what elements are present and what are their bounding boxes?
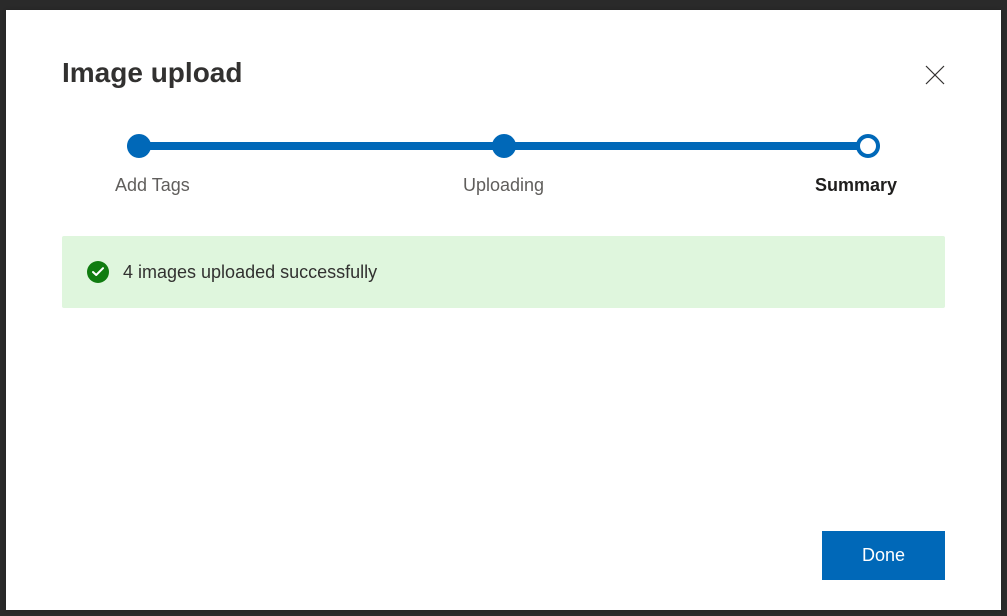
step-node-add-tags (127, 134, 151, 158)
stepper-track-wrap (80, 132, 927, 160)
upload-modal: Image upload Add Tags Uploading Summary (6, 10, 1001, 610)
modal-footer: Done (822, 531, 945, 580)
stepper-nodes (127, 132, 880, 160)
stepper-labels: Add Tags Uploading Summary (80, 175, 927, 196)
status-message: 4 images uploaded successfully (123, 262, 377, 283)
modal-title: Image upload (62, 57, 242, 89)
close-button[interactable] (919, 60, 951, 92)
step-label-add-tags: Add Tags (80, 175, 280, 196)
step-node-summary (856, 134, 880, 158)
step-label-uploading: Uploading (404, 175, 604, 196)
progress-stepper: Add Tags Uploading Summary (6, 92, 1001, 196)
check-circle-icon (87, 261, 109, 283)
step-label-summary: Summary (727, 175, 927, 196)
done-button[interactable]: Done (822, 531, 945, 580)
step-node-uploading (492, 134, 516, 158)
close-icon (923, 63, 947, 90)
modal-header: Image upload (6, 10, 1001, 92)
status-banner-success: 4 images uploaded successfully (62, 236, 945, 308)
